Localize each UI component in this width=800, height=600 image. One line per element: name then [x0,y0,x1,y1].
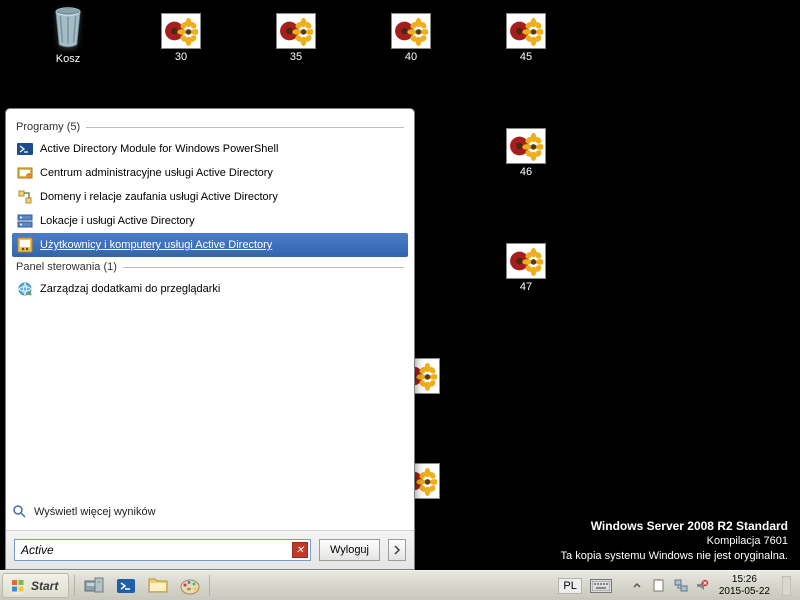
recycle-bin-label: Kosz [56,53,80,65]
image-thumbnail-icon [391,13,431,49]
show-desktop-button[interactable] [778,578,794,594]
result-ad-powershell[interactable]: Active Directory Module for Windows Powe… [12,137,408,161]
section-header-control-panel: Panel sterowania (1) [16,261,408,273]
desktop-icon-label: 47 [520,281,532,293]
language-indicator[interactable]: PL [558,578,581,594]
windows-watermark: Windows Server 2008 R2 Standard Kompilac… [561,518,788,564]
image-thumbnail-icon [506,13,546,49]
addons-icon [16,280,34,298]
admin-center-icon [16,164,34,182]
desktop-icon-label: 35 [290,51,302,63]
logout-button[interactable]: Wyloguj [319,539,380,561]
explorer-icon [147,576,169,596]
start-menu-bottom-bar: Active ✕ Wyloguj [6,530,414,569]
recycle-bin-icon [48,3,88,51]
tray-action-center-icon[interactable] [651,578,667,594]
desktop-icon-partial [412,463,440,499]
sites-services-icon [16,212,34,230]
search-icon [12,504,28,520]
logout-expand-button[interactable] [388,539,406,561]
result-manage-addons[interactable]: Zarządzaj dodatkami do przeglądarki [12,277,408,301]
start-search-input[interactable]: Active ✕ [14,539,311,561]
taskbar-clock[interactable]: 15:26 2015-05-22 [719,574,770,597]
result-ad-domains-trusts[interactable]: Domeny i relacje zaufania usługi Active … [12,185,408,209]
result-ad-sites-services[interactable]: Lokacje i usługi Active Directory [12,209,408,233]
server-manager-icon [83,576,105,596]
recycle-bin[interactable]: Kosz [33,3,103,65]
image-thumbnail-icon [161,13,201,49]
system-tray: PL 15:26 2015-05-22 [552,571,800,600]
users-computers-icon [16,236,34,254]
image-thumbnail-icon [506,243,546,279]
search-results-pane: Programy (5) Active Directory Module for… [6,109,414,498]
ql-explorer[interactable] [142,573,174,598]
desktop-icon-label: 30 [175,51,187,63]
clear-search-button[interactable]: ✕ [292,542,308,558]
ql-paint[interactable] [174,573,206,598]
result-ad-admin-center[interactable]: Centrum administracyjne usługi Active Di… [12,161,408,185]
image-thumbnail-icon [276,13,316,49]
image-thumbnail-icon [506,128,546,164]
result-ad-users-computers[interactable]: Użytkownicy i komputery usługi Active Di… [12,233,408,257]
section-header-programs: Programy (5) [16,121,408,133]
keyboard-icon[interactable] [590,579,612,593]
ql-server-manager[interactable] [78,573,110,598]
chevron-right-icon [394,545,400,555]
desktop-icon-label: 46 [520,166,532,178]
desktop-icon-label: 45 [520,51,532,63]
powershell-icon [115,576,137,596]
desktop-icon-partial [412,358,440,394]
desktop-icon-47[interactable]: 47 [491,243,561,293]
desktop-icon-30[interactable]: 30 [146,13,216,63]
tray-volume-icon[interactable] [695,578,711,594]
desktop-icon-45[interactable]: 45 [491,13,561,63]
desktop-icon-40[interactable]: 40 [376,13,446,63]
ql-powershell[interactable] [110,573,142,598]
taskbar: Start PL 15:26 2015-05-22 [0,570,800,600]
desktop-icon-46[interactable]: 46 [491,128,561,178]
powershell-icon [16,140,34,158]
desktop-icon-label: 40 [405,51,417,63]
tray-network-icon[interactable] [673,578,689,594]
more-results-link[interactable]: Wyświetl więcej wyników [6,498,414,530]
start-button[interactable]: Start [2,573,69,598]
desktop-icon-35[interactable]: 35 [261,13,331,63]
domains-trusts-icon [16,188,34,206]
windows-logo-icon [9,577,27,595]
paint-icon [179,576,201,596]
start-menu: Programy (5) Active Directory Module for… [5,108,415,570]
tray-chevron-icon[interactable] [629,578,645,594]
